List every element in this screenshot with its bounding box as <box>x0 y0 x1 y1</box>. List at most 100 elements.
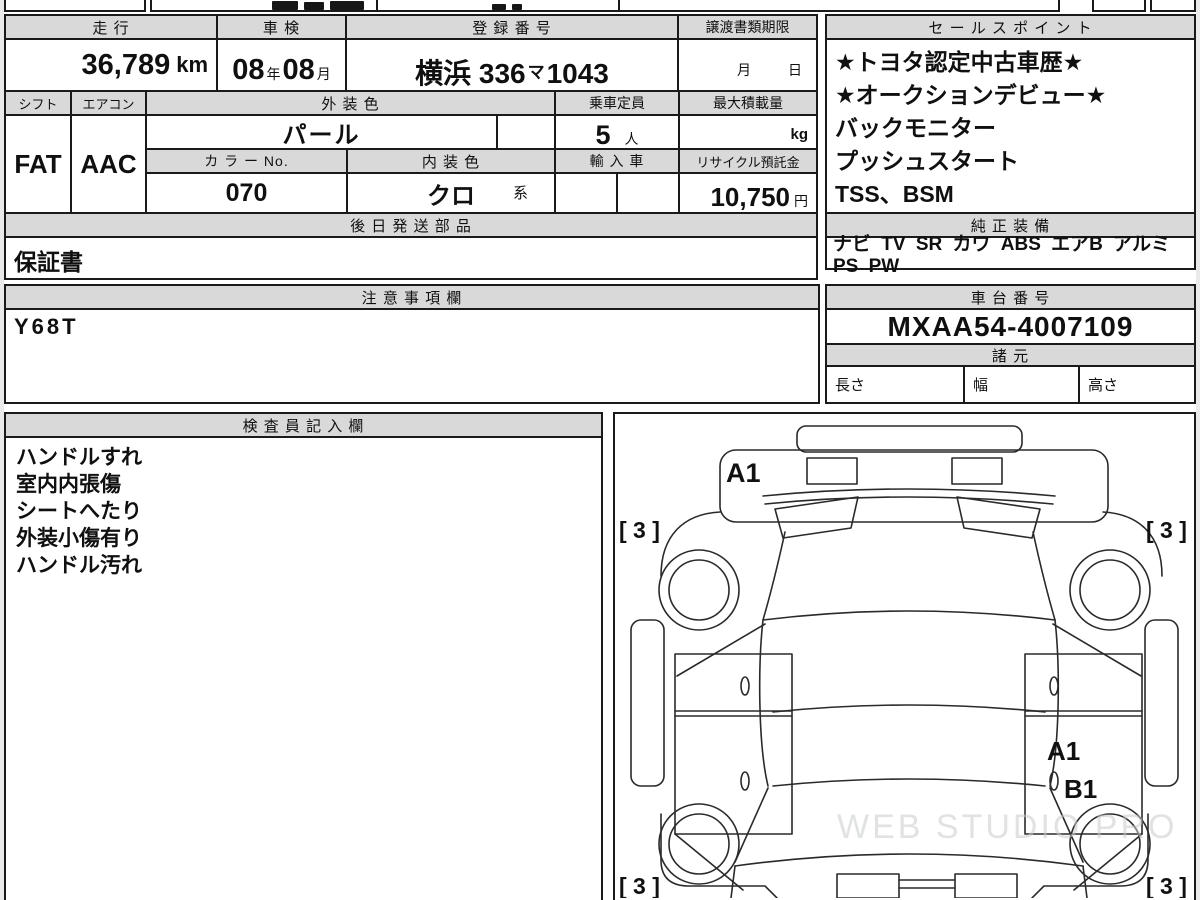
specs-label: 諸 元 <box>992 345 1029 366</box>
color-no-value: 070 <box>226 179 268 208</box>
import-value-cell-right <box>616 172 680 214</box>
registration-label: 登 録 番 号 <box>472 17 552 38</box>
diagram-rocker-right <box>1145 620 1178 786</box>
diagram-fender-left <box>661 512 720 576</box>
exterior-color-value-cell: パール <box>145 114 498 150</box>
diagram-seat-line-front <box>773 705 1045 712</box>
inspector-box: ハンドルすれ 室内内張傷 シートへたり 外装小傷有り ハンドル汚れ <box>4 436 603 900</box>
diagram-a-pillar-left <box>677 624 765 676</box>
interior-color-value-cell: クロ 系 <box>346 172 556 214</box>
inspector-item: 室内内張傷 <box>16 471 591 498</box>
diagram-mark-front-a1: A1 <box>726 458 761 488</box>
spec-height-cell: 高さ <box>1078 365 1196 404</box>
recycle-fee-unit: 円 <box>794 191 808 211</box>
exterior-color-label: 外 装 色 <box>321 93 379 114</box>
inspection-header: 車 検 <box>216 14 347 40</box>
inspection-year: 08 <box>232 54 264 87</box>
mileage-value-cell: 36,789 km <box>4 38 218 92</box>
inspector-item: ハンドルすれ <box>16 444 591 471</box>
diagram-mark-corner-front-left: [ 3 ] <box>619 517 660 543</box>
exterior-color-empty-cell <box>496 114 556 150</box>
later-parts-header: 後 日 発 送 部 品 <box>4 212 818 238</box>
interior-color-header: 内 装 色 <box>346 148 556 174</box>
import-header: 輸 入 車 <box>554 148 680 174</box>
diagram-door-handle <box>741 677 749 695</box>
cutoff-text-fragment <box>512 4 522 10</box>
transfer-docs-value-cell: 月 日 <box>677 38 818 92</box>
notes-label: 注 意 事 項 欄 <box>362 287 463 308</box>
aircon-header: エアコン <box>70 90 147 116</box>
chassis-label: 車 台 番 号 <box>971 287 1051 308</box>
aircon-value-cell: AAC <box>70 114 147 214</box>
diagram-rear-deck-left <box>837 874 899 898</box>
recycle-fee-value: 10,750 <box>710 182 790 213</box>
diagram-a-pillar-right <box>1053 624 1141 676</box>
mileage-unit: km <box>176 52 208 78</box>
inspection-month: 08 <box>283 54 315 87</box>
max-load-value-cell: kg <box>678 114 818 150</box>
spec-length-label: 長さ <box>835 374 865 395</box>
transfer-docs-label: 譲渡書類期限 <box>706 17 790 37</box>
inspection-year-unit: 年 <box>267 64 281 84</box>
diagram-front-bumper <box>797 426 1022 452</box>
spec-height-label: 高さ <box>1088 374 1118 395</box>
color-no-label: カ ラ ー No. <box>204 151 288 171</box>
shift-value: FAT <box>14 149 61 180</box>
diagram-seat-line-rear <box>773 779 1045 786</box>
interior-color-value: クロ <box>427 176 475 211</box>
spec-width-label: 幅 <box>973 374 988 395</box>
inspection-month-unit: 月 <box>317 64 331 84</box>
recycle-fee-header: リサイクル預託金 <box>678 148 818 174</box>
recycle-fee-label: リサイクル預託金 <box>696 152 799 171</box>
page-edge-right <box>1196 0 1200 900</box>
transfer-day-unit: 日 <box>788 60 802 80</box>
max-load-header: 最大積載量 <box>678 90 818 116</box>
mileage-header: 走 行 <box>4 14 218 40</box>
diagram-rear-deck-right <box>955 874 1017 898</box>
inspector-item: 外装小傷有り <box>16 525 591 552</box>
diagram-door-handle <box>1050 677 1058 695</box>
registration-kana: マ <box>528 58 545 83</box>
import-label: 輸 入 車 <box>590 151 645 171</box>
sales-point-item: プッシュスタート <box>835 145 1186 178</box>
color-no-value-cell: 070 <box>145 172 348 214</box>
transfer-docs-header: 譲渡書類期限 <box>677 14 818 40</box>
cutoff-text-fragment <box>492 4 506 10</box>
sales-point-item: バックモニター <box>835 112 1186 145</box>
diagram-cowl <box>763 489 1055 504</box>
auction-sheet: 走 行 車 検 登 録 番 号 譲渡書類期限 36,789 km 08 年 08… <box>0 0 1200 900</box>
chassis-header: 車 台 番 号 <box>825 284 1196 310</box>
notes-header: 注 意 事 項 欄 <box>4 284 820 310</box>
cutoff-text-fragment <box>330 1 364 10</box>
shift-header: シフト <box>4 90 72 116</box>
cutoff-row-cell <box>1092 0 1146 12</box>
mileage-label: 走 行 <box>92 17 129 38</box>
watermark-text: WEB STUDIO PRO <box>837 808 1177 846</box>
diagram-wiper-right <box>957 497 1040 538</box>
cutoff-row-cell <box>4 0 146 12</box>
cutoff-row-cell <box>618 0 1060 12</box>
diagram-rocker-left <box>631 620 664 786</box>
capacity-value: 5 <box>595 120 610 151</box>
exterior-color-header: 外 装 色 <box>145 90 556 116</box>
sales-point-item: ★オークションデビュー★ <box>835 79 1186 112</box>
exterior-color-value: パール <box>283 115 361 150</box>
later-parts-value-cell: 保証書 <box>4 236 818 280</box>
equipment-value-cell: ナビ TV SR カワ ABS エアB アルミ PS PW <box>825 236 1196 270</box>
diagram-mark-corner-front-right: [ 3 ] <box>1146 517 1187 543</box>
car-diagram-box: WEB STUDIO PRO A1 [ 3 ] [ 3 ] A1 B1 [ 3 … <box>613 412 1196 900</box>
registration-area: 横浜 336 <box>415 52 526 92</box>
page-edge-left <box>0 0 4 900</box>
notes-box: Y68T <box>4 308 820 404</box>
registration-value-cell: 横浜 336 マ 1043 <box>345 38 679 92</box>
color-no-header: カ ラ ー No. <box>145 148 348 174</box>
registration-header: 登 録 番 号 <box>345 14 679 40</box>
max-load-label: 最大積載量 <box>713 93 783 113</box>
notes-value: Y68T <box>14 314 79 340</box>
import-value-cell-left <box>554 172 618 214</box>
diagram-door-handle <box>741 772 749 790</box>
diagram-mark-corner-rear-left: [ 3 ] <box>619 873 660 898</box>
mileage-value: 36,789 <box>82 49 171 82</box>
chassis-value-cell: MXAA54-4007109 <box>825 308 1196 345</box>
cutoff-text-fragment <box>272 1 298 10</box>
